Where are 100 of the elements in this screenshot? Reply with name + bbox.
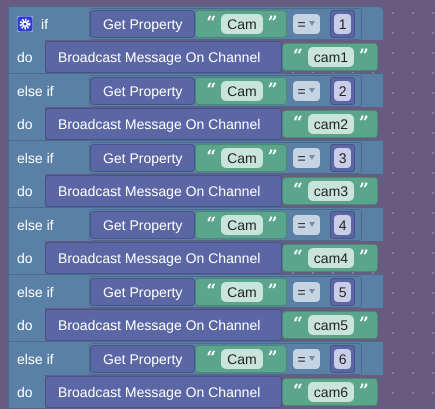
compare-block[interactable]: Get Property “ Cam ” = 2 (89, 74, 362, 106)
caret-icon (308, 155, 315, 160)
text-field[interactable]: cam4 (308, 248, 354, 268)
number-block[interactable]: 2 (330, 76, 356, 104)
close-quote: ” (359, 115, 369, 132)
open-quote: “ (206, 350, 216, 367)
text-field[interactable]: cam2 (308, 114, 354, 134)
close-quote: ” (268, 149, 278, 166)
condition-label: else if (17, 82, 54, 98)
number-block[interactable]: 4 (330, 210, 356, 238)
text-block[interactable]: “ Cam ” (195, 344, 286, 372)
get-property-block[interactable]: Get Property (90, 144, 196, 172)
operator-dropdown[interactable]: = (292, 80, 320, 100)
operator-dropdown[interactable]: = (292, 14, 320, 34)
text-block[interactable]: “ cam3 ” (282, 176, 378, 204)
text-field[interactable]: cam6 (308, 382, 354, 402)
broadcast-block[interactable]: Broadcast Message On Channel (45, 174, 282, 206)
text-block[interactable]: “ Cam ” (195, 144, 286, 172)
number-field[interactable]: 3 (334, 148, 352, 168)
text-block[interactable]: “ cam1 ” (282, 42, 378, 70)
settings-icon[interactable] (17, 16, 33, 32)
operator-dropdown[interactable]: = (292, 348, 320, 368)
number-block[interactable]: 3 (330, 144, 356, 172)
operator-dropdown[interactable]: = (292, 282, 320, 302)
open-quote: “ (206, 15, 216, 32)
text-block[interactable]: “ Cam ” (195, 278, 286, 306)
close-quote: ” (359, 182, 369, 199)
condition-label: else if (17, 150, 54, 166)
text-block[interactable]: “ Cam ” (195, 210, 286, 238)
number-field[interactable]: 4 (334, 214, 352, 234)
close-quote: ” (359, 383, 369, 400)
text-field[interactable]: Cam (221, 148, 263, 168)
condition-label: else if (17, 284, 54, 300)
get-property-block[interactable]: Get Property (90, 344, 196, 372)
broadcast-block[interactable]: Broadcast Message On Channel (45, 108, 282, 140)
close-quote: ” (359, 249, 369, 266)
broadcast-block[interactable]: Broadcast Message On Channel (45, 376, 282, 408)
open-quote: “ (293, 383, 303, 400)
caret-icon (308, 88, 315, 93)
number-field[interactable]: 2 (334, 80, 352, 100)
broadcast-block[interactable]: Broadcast Message On Channel (45, 40, 282, 72)
caret-icon (308, 356, 315, 361)
open-quote: “ (293, 115, 303, 132)
text-block[interactable]: “ Cam ” (195, 76, 286, 104)
close-quote: ” (268, 283, 278, 300)
text-block[interactable]: “ cam6 ” (282, 378, 378, 406)
compare-block[interactable]: Get Property “ Cam ” = 3 (89, 142, 362, 174)
text-field[interactable]: Cam (221, 80, 263, 100)
get-property-block[interactable]: Get Property (90, 10, 196, 38)
close-quote: ” (268, 350, 278, 367)
number-field[interactable]: 5 (334, 282, 352, 302)
operator-dropdown[interactable]: = (292, 148, 320, 168)
number-block[interactable]: 6 (330, 344, 356, 372)
condition-label: if (41, 16, 48, 32)
open-quote: “ (206, 216, 216, 233)
text-field[interactable]: cam3 (308, 180, 354, 200)
open-quote: “ (206, 283, 216, 300)
do-label: do (17, 48, 33, 64)
compare-block[interactable]: Get Property “ Cam ” = 5 (89, 276, 362, 308)
number-block[interactable]: 1 (330, 10, 356, 38)
broadcast-block[interactable]: Broadcast Message On Channel (45, 308, 282, 340)
number-block[interactable]: 5 (330, 278, 356, 306)
caret-icon (308, 21, 315, 26)
condition-label: else if (17, 216, 54, 232)
compare-block[interactable]: Get Property “ Cam ” = 4 (89, 208, 362, 240)
text-field[interactable]: cam1 (308, 46, 354, 66)
number-field[interactable]: 6 (334, 348, 352, 368)
close-quote: ” (268, 82, 278, 99)
do-label: do (17, 182, 33, 198)
text-field[interactable]: Cam (221, 214, 263, 234)
operator-dropdown[interactable]: = (292, 214, 320, 234)
open-quote: “ (206, 82, 216, 99)
do-label: do (17, 316, 33, 332)
text-field[interactable]: Cam (221, 348, 263, 368)
text-block[interactable]: “ cam2 ” (282, 110, 378, 138)
do-label: do (17, 384, 33, 400)
close-quote: ” (359, 316, 369, 333)
text-field[interactable]: cam5 (308, 314, 354, 334)
close-quote: ” (359, 48, 369, 65)
caret-icon (308, 222, 315, 227)
close-quote: ” (268, 216, 278, 233)
get-property-block[interactable]: Get Property (90, 210, 196, 238)
condition-label: else if (17, 350, 54, 366)
text-field[interactable]: Cam (221, 14, 263, 34)
get-property-block[interactable]: Get Property (90, 76, 196, 104)
do-label: do (17, 116, 33, 132)
text-block[interactable]: “ cam4 ” (282, 244, 378, 272)
text-field[interactable]: Cam (221, 282, 263, 302)
get-property-block[interactable]: Get Property (90, 278, 196, 306)
compare-block[interactable]: Get Property “ Cam ” = 6 (89, 342, 362, 374)
open-quote: “ (293, 48, 303, 65)
close-quote: ” (268, 15, 278, 32)
compare-block[interactable]: Get Property “ Cam ” = 1 (89, 8, 362, 40)
do-label: do (17, 250, 33, 266)
broadcast-block[interactable]: Broadcast Message On Channel (45, 242, 282, 274)
text-block[interactable]: “ cam5 ” (282, 310, 378, 338)
caret-icon (308, 289, 315, 294)
open-quote: “ (293, 182, 303, 199)
number-field[interactable]: 1 (334, 14, 352, 34)
text-block[interactable]: “ Cam ” (195, 10, 286, 38)
